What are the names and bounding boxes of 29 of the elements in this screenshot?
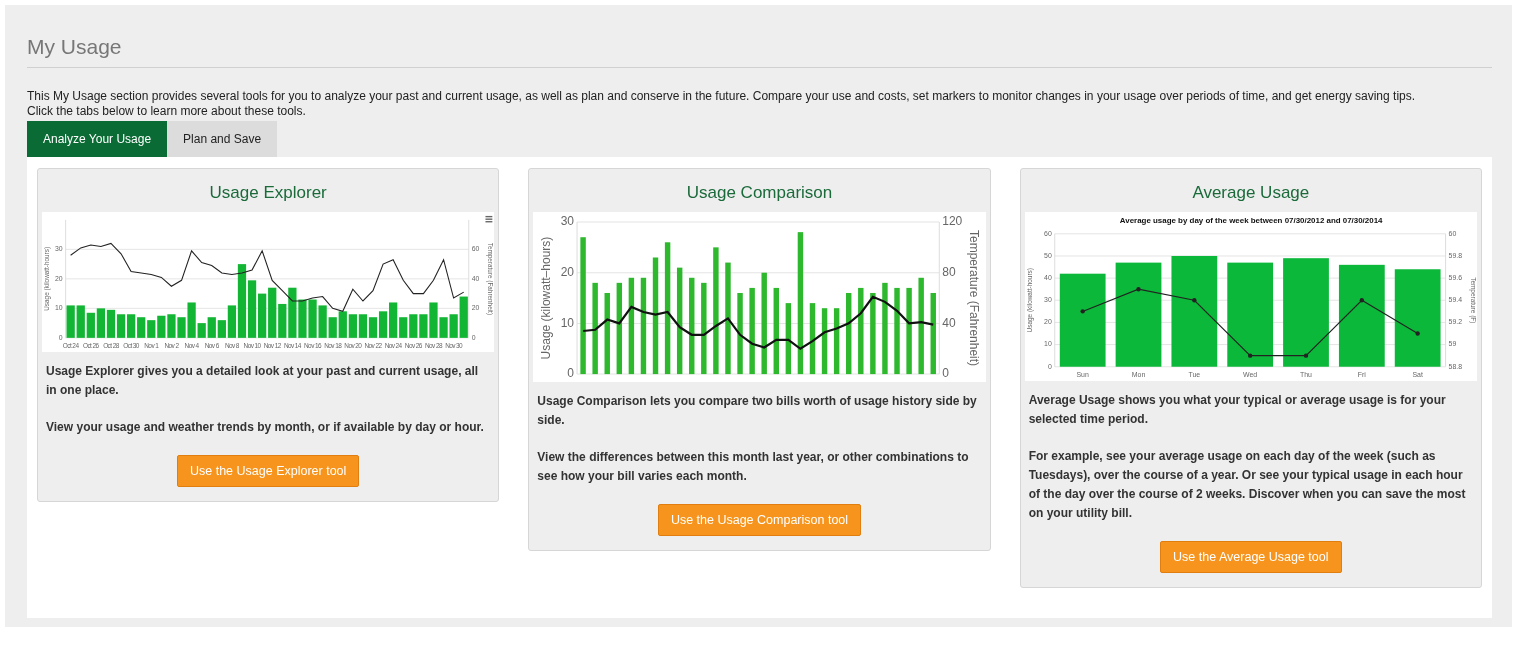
card-title: Usage Comparison [686, 183, 833, 203]
tool-button[interactable]: Use the Usage Explorer tool [177, 454, 360, 487]
axis-tick-label: 20 [561, 264, 575, 279]
intro-text: Click the tabs below to learn more about these tools. [27, 104, 307, 119]
axis-tick-label: 80 [942, 264, 956, 279]
tool-button[interactable]: Use the Average Usage tool [1160, 540, 1342, 573]
menu-icon[interactable] [485, 215, 493, 223]
intro-text: This My Usage section provides several tools for you to analyze your past and current usage, as well as plan and conserve in the future. Compare your use and costs, set markers to monitor changes in your usage over periods of time, and get energy saving tips. [27, 89, 1417, 104]
card-description: View the differences between this month last year, or other combinations to see how your bill varies each month. [537, 449, 970, 486]
chart-title: Average usage by day of the week between 07/30/2012 and 07/30/2014 [1119, 215, 1383, 225]
axis-tick-label: 120 [942, 214, 963, 229]
card-description: For example, see your average usage on each day of the week (such as Tuesdays), over the course of a year. Or see your typical usage in each hour of the day over the course of 2 weeks. Discover when you can save the most on your utility bill. [1028, 447, 1467, 522]
card-description: Usage Comparison lets you compare two bills worth of usage history side by side. [537, 393, 978, 430]
card-title: Usage Explorer [209, 183, 327, 203]
card-title: Average Usage [1192, 183, 1310, 203]
tab[interactable]: Analyze Your Usage [27, 121, 168, 157]
card-description: View your usage and weather trends by month, or if available by day or hour. [46, 418, 485, 436]
card-description: Usage Explorer gives you a detailed look at your past and current usage, all in one place. [46, 362, 480, 399]
axis-tick-label: 10 [561, 315, 575, 330]
page-title: My Usage [27, 35, 123, 59]
tool-button[interactable]: Use the Usage Comparison tool [657, 504, 862, 537]
axis-tick-label: 0 [942, 366, 950, 381]
axis-title: Usage (kilowatt–hours) [539, 236, 554, 360]
axis-tick-label: 40 [942, 315, 956, 330]
card-description: Average Usage shows you what your typical or average usage is for your selected time period. [1028, 391, 1447, 428]
axis-tick-label: 0 [567, 366, 575, 381]
tab[interactable]: Plan and Save [167, 121, 278, 157]
axis-tick-label: 30 [561, 214, 575, 229]
axis-title: Temperature (Fahrenheit) [967, 230, 982, 367]
